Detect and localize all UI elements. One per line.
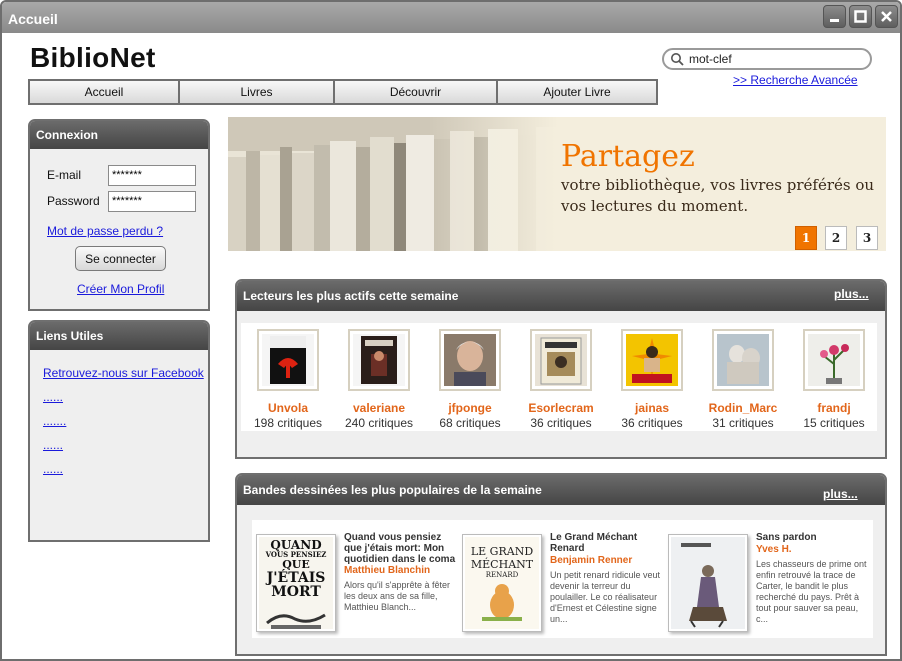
comic-title[interactable]: Le Grand Méchant Renard	[550, 532, 662, 554]
window-title: Accueil	[8, 11, 58, 27]
close-button[interactable]	[875, 5, 898, 28]
cover-line: J'ÉTAIS	[266, 570, 326, 586]
comic-author[interactable]: Matthieu Blanchin	[344, 565, 430, 576]
reader-name[interactable]: valeriane	[334, 401, 424, 415]
flower-icon	[803, 329, 865, 391]
title-bar: Accueil	[2, 2, 900, 33]
comic-author[interactable]: Benjamin Renner	[550, 555, 632, 566]
useful-link[interactable]: .......	[43, 414, 204, 438]
minimize-button[interactable]	[823, 5, 846, 28]
readers-more-link[interactable]: plus...	[834, 287, 869, 301]
comic-card[interactable]: QUAND VOUS PENSIEZ QUE J'ÉTAIS MORT Quan…	[256, 524, 456, 636]
reader-count: 240 critiques	[344, 416, 414, 430]
maximize-button[interactable]	[849, 5, 872, 28]
reader-name[interactable]: Esorlecram	[516, 401, 606, 415]
reader-count: 31 critiques	[712, 416, 774, 430]
reader-count: 198 critiques	[253, 416, 323, 430]
useful-link[interactable]: ......	[43, 462, 204, 486]
banner-page-1[interactable]: 1	[795, 226, 817, 250]
banner-page-2[interactable]: 2	[825, 226, 847, 250]
promo-banner: Partagez votre bibliothèque, vos livres …	[228, 117, 886, 251]
bruce-lee-poster-icon	[621, 329, 683, 391]
readers-list: Unvola 198 critiques valeriane 240 criti…	[241, 323, 877, 431]
reader-card[interactable]: valeriane 240 critiques	[334, 329, 424, 430]
readers-section: Lecteurs les plus actifs cette semaine p…	[235, 279, 887, 459]
comic-cover[interactable]: QUAND VOUS PENSIEZ QUE J'ÉTAIS MORT	[256, 534, 336, 632]
login-button[interactable]: Se connecter	[75, 246, 166, 271]
books-photo	[228, 117, 558, 251]
cover-line: RENARD	[485, 571, 519, 579]
sculpture-icon	[712, 329, 774, 391]
reader-count: 68 critiques	[439, 416, 501, 430]
portrait-photo-icon	[439, 329, 501, 391]
banner-title: Partagez	[561, 139, 695, 174]
comic-title[interactable]: Quand vous pensiez que j'étais mort: Mon…	[344, 532, 456, 565]
book-cover-red-icon	[257, 329, 319, 391]
comic-cover[interactable]: LE GRAND MÉCHANT RENARD	[462, 534, 542, 632]
reader-card[interactable]: jfponge 68 critiques	[425, 329, 515, 430]
comic-author[interactable]: Yves H.	[756, 544, 792, 555]
minimize-icon	[830, 19, 839, 22]
readers-title: Lecteurs les plus actifs cette semaine	[237, 281, 885, 311]
facebook-link[interactable]: Retrouvez-nous sur Facebook	[43, 366, 204, 390]
comics-title: Bandes dessinées les plus populaires de …	[237, 475, 885, 505]
comic-description: Les chasseurs de prime ont enfin retrouv…	[756, 559, 867, 624]
reader-card[interactable]: Unvola 198 critiques	[243, 329, 333, 430]
close-icon	[881, 11, 892, 22]
tab-accueil[interactable]: Accueil	[30, 81, 180, 103]
reader-name[interactable]: Rodin_Marc	[698, 401, 788, 415]
reader-count: 36 critiques	[621, 416, 683, 430]
reader-card[interactable]: Esorlecram 36 critiques	[516, 329, 606, 430]
create-profile-link[interactable]: Créer Mon Profil	[77, 282, 164, 296]
tab-decouvrir[interactable]: Découvrir	[335, 81, 498, 103]
search-box	[662, 48, 872, 70]
tab-livres[interactable]: Livres	[180, 81, 335, 103]
search-input[interactable]	[689, 51, 859, 67]
comic-title[interactable]: Sans pardon	[756, 532, 868, 543]
email-field[interactable]: *******	[108, 165, 196, 186]
maximize-icon	[854, 10, 867, 23]
tab-ajouter-livre[interactable]: Ajouter Livre	[498, 81, 656, 103]
reader-card[interactable]: Rodin_Marc 31 critiques	[698, 329, 788, 430]
book-cover-dark-icon	[348, 329, 410, 391]
password-label: Password	[47, 194, 100, 208]
useful-link[interactable]: ......	[43, 390, 204, 414]
banner-text: votre bibliothèque, vos livres préférés …	[561, 176, 875, 215]
useful-link[interactable]: ......	[43, 438, 204, 462]
reader-count: 36 critiques	[530, 416, 592, 430]
email-label: E-mail	[47, 168, 82, 182]
comic-cover[interactable]	[668, 534, 748, 632]
main-nav: Accueil Livres Découvrir Ajouter Livre	[28, 79, 658, 105]
app-window: Accueil BiblioNet >> Recherche Avancée A…	[0, 0, 902, 661]
reader-name[interactable]: Unvola	[243, 401, 333, 415]
banner-page-3[interactable]: 3	[856, 226, 878, 250]
reader-name[interactable]: frandj	[789, 401, 879, 415]
advanced-search-link[interactable]: >> Recherche Avancée	[733, 73, 858, 87]
cover-line: MÉCHANT	[470, 558, 534, 571]
comics-section: Bandes dessinées les plus populaires de …	[235, 473, 887, 656]
reader-count: 15 critiques	[803, 416, 865, 430]
password-field[interactable]: *******	[108, 191, 196, 212]
reader-name[interactable]: jfponge	[425, 401, 515, 415]
comic-card[interactable]: LE GRAND MÉCHANT RENARD Le Grand Méchant…	[462, 524, 662, 636]
reader-card[interactable]: jainas 36 critiques	[607, 329, 697, 430]
useful-links-panel: Liens Utiles Retrouvez-nous sur Facebook…	[28, 320, 210, 542]
site-logo[interactable]: BiblioNet	[30, 42, 156, 74]
search-icon	[671, 53, 684, 66]
comic-description: Un petit renard ridicule veut devenir la…	[550, 570, 661, 624]
reader-card[interactable]: frandj 15 critiques	[789, 329, 879, 430]
login-panel: Connexion E-mail ******* Password ******…	[28, 119, 210, 311]
cover-line: MORT	[271, 584, 321, 600]
cover-line: LE GRAND	[470, 545, 534, 558]
reader-name[interactable]: jainas	[607, 401, 697, 415]
book-cover-icon	[530, 329, 592, 391]
forgot-password-link[interactable]: Mot de passe perdu ?	[47, 224, 163, 238]
login-panel-title: Connexion	[30, 121, 208, 149]
comics-list: QUAND VOUS PENSIEZ QUE J'ÉTAIS MORT Quan…	[252, 520, 873, 638]
useful-links-title: Liens Utiles	[30, 322, 208, 350]
comic-description: Alors qu'il s'apprête à fêter les deux a…	[344, 580, 450, 612]
comics-more-link[interactable]: plus...	[823, 487, 858, 501]
useful-links-list: Retrouvez-nous sur Facebook ...... .....…	[43, 366, 204, 486]
comic-card[interactable]: Sans pardon Yves H. Les chasseurs de pri…	[668, 524, 868, 636]
